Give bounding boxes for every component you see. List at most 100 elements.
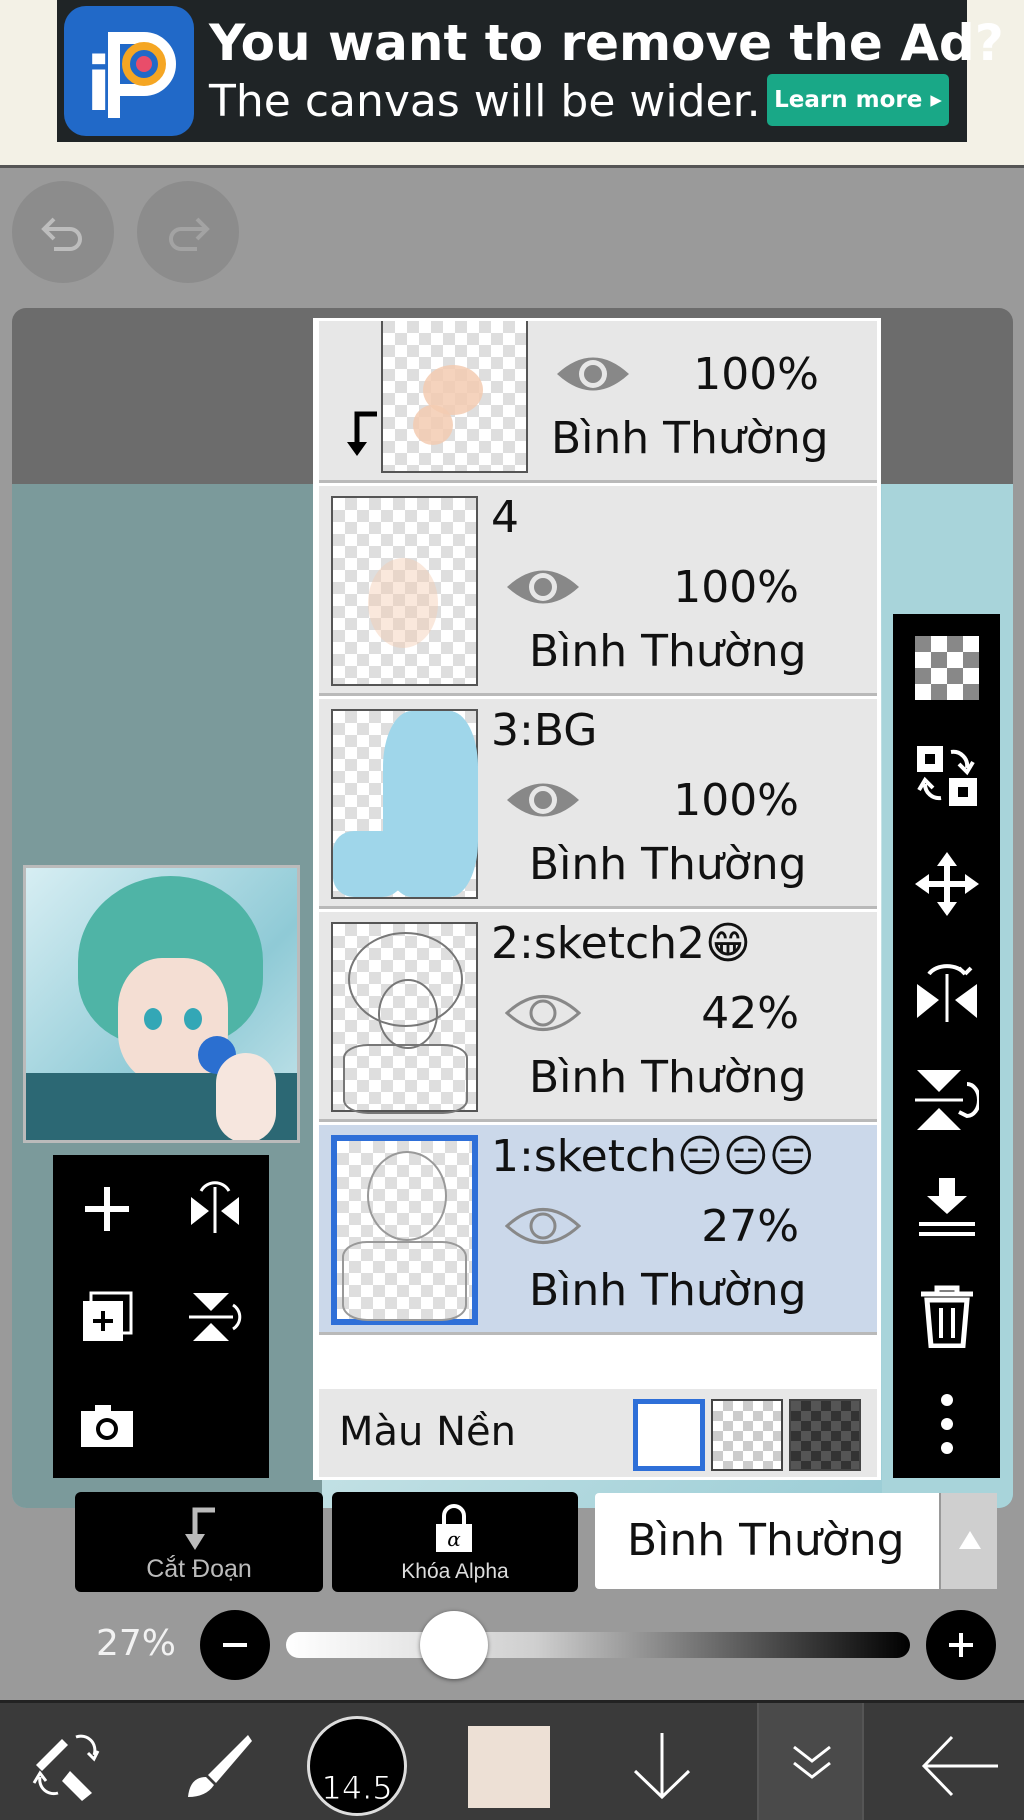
- ad-title: You want to remove the Ad?: [209, 14, 1004, 72]
- eye-icon[interactable]: [555, 351, 631, 397]
- more-options-button[interactable]: [893, 1370, 1000, 1478]
- background-color-label: Màu Nền: [339, 1409, 516, 1455]
- layer-thumbnail: [381, 321, 528, 473]
- flip-vertical-button[interactable]: [161, 1263, 269, 1371]
- opacity-slider[interactable]: [286, 1632, 910, 1658]
- plus-icon: [949, 1633, 973, 1657]
- more-vertical-icon: [941, 1394, 953, 1454]
- layer-thumbnail: [331, 709, 478, 899]
- brush-eraser-toggle-button[interactable]: [0, 1703, 128, 1820]
- layer-row[interactable]: 3:BG 100% Bình Thường: [319, 699, 877, 909]
- clipping-button[interactable]: Cắt Đoạn: [75, 1492, 323, 1592]
- alpha-lock-label: Khóa Alpha: [401, 1560, 509, 1583]
- opacity-value: 27%: [96, 1623, 177, 1664]
- layer-opacity: 100%: [673, 775, 799, 826]
- ibis-paint-logo-icon: i: [64, 6, 194, 136]
- current-color-swatch[interactable]: [468, 1726, 550, 1808]
- duplicate-layer-button[interactable]: [53, 1263, 161, 1371]
- arrow-down-icon: [633, 1733, 691, 1800]
- trash-icon: [921, 1285, 973, 1348]
- layer-opacity: 100%: [673, 562, 799, 613]
- canvas-preview[interactable]: [23, 865, 300, 1143]
- opacity-increase-button[interactable]: [926, 1610, 996, 1680]
- brush-tool-button[interactable]: [150, 1703, 278, 1820]
- flip-horizontal-button[interactable]: [161, 1155, 269, 1263]
- layer-blend-mode: Bình Thường: [529, 1052, 807, 1103]
- brush-eraser-swap-icon: [32, 1734, 100, 1801]
- arrow-left-icon: [921, 1735, 998, 1797]
- undo-button[interactable]: [12, 181, 114, 283]
- layer-name: 2:sketch2😁: [491, 918, 751, 969]
- blend-mode-select[interactable]: Bình Thường: [595, 1493, 997, 1589]
- blend-mode-dropdown-button[interactable]: [939, 1493, 997, 1589]
- flip-vertical-icon: [915, 1070, 979, 1130]
- brush-size-label: 14.5: [321, 1769, 393, 1808]
- layer-blend-mode: Bình Thường: [551, 413, 829, 464]
- alpha-lock-button[interactable]: α Khóa Alpha: [332, 1492, 578, 1592]
- flip-horizontal-button[interactable]: [893, 938, 1000, 1046]
- ad-area: i You want to remove the Ad? The canvas …: [0, 0, 1024, 168]
- add-layer-button[interactable]: [53, 1155, 161, 1263]
- eye-outline-icon[interactable]: [505, 1203, 581, 1249]
- flip-vertical-button[interactable]: [893, 1046, 1000, 1154]
- layer-thumbnail: [331, 496, 478, 686]
- redo-icon: [169, 217, 210, 251]
- layer-row[interactable]: 4 100% Bình Thường: [319, 486, 877, 696]
- svg-text:α: α: [447, 1527, 461, 1551]
- eye-icon[interactable]: [505, 564, 581, 610]
- layer-opacity: 42%: [701, 988, 799, 1039]
- back-button[interactable]: [896, 1703, 1024, 1820]
- layer-panel: 5 100% Bình Thường 4 100% Bình Thường 3:…: [313, 318, 881, 1480]
- background-dark-option[interactable]: [789, 1399, 861, 1471]
- double-chevron-down-icon: [793, 1745, 831, 1779]
- plus-icon: [85, 1187, 129, 1231]
- background-white-option[interactable]: [633, 1399, 705, 1471]
- move-icon: [915, 852, 979, 916]
- eye-outline-icon[interactable]: [505, 990, 581, 1036]
- swap-layer-button[interactable]: [893, 722, 1000, 830]
- checkerboard-icon: [915, 636, 979, 700]
- move-button[interactable]: [893, 830, 1000, 938]
- clipping-arrow-icon: [347, 411, 377, 456]
- merge-down-button[interactable]: [893, 1154, 1000, 1262]
- minus-icon: [223, 1643, 247, 1647]
- camera-icon: [81, 1405, 133, 1447]
- flip-horizontal-icon: [191, 1181, 239, 1233]
- layer-row-selected[interactable]: 1:sketch😑😑😑 27% Bình Thường: [319, 1125, 877, 1335]
- lock-icon: α: [436, 1504, 472, 1552]
- layer-thumbnail: [331, 922, 478, 1114]
- layer-down-button[interactable]: [595, 1703, 723, 1820]
- layer-blend-mode: Bình Thường: [529, 839, 807, 890]
- learn-more-button[interactable]: Learn more ▸: [767, 74, 949, 126]
- ad-subtitle: The canvas will be wider.: [209, 76, 761, 127]
- layer-row[interactable]: 5 100% Bình Thường: [319, 321, 877, 483]
- ad-banner[interactable]: i You want to remove the Ad? The canvas …: [57, 0, 1004, 142]
- bottom-toolbar: 14.5: [0, 1700, 1024, 1820]
- transparent-layer-button[interactable]: [893, 614, 1000, 722]
- layer-thumbnail: [331, 1135, 478, 1325]
- layer-row[interactable]: 2:sketch2😁 42% Bình Thường: [319, 912, 877, 1122]
- eye-icon[interactable]: [505, 777, 581, 823]
- merge-down-icon: [919, 1178, 975, 1236]
- background-color-row: Màu Nền: [319, 1389, 877, 1477]
- layer-name: 4: [491, 492, 519, 543]
- delete-layer-button[interactable]: [893, 1262, 1000, 1370]
- layer-opacity: 100%: [693, 349, 819, 400]
- undo-icon: [41, 217, 82, 251]
- layer-name: 1:sketch😑😑😑: [491, 1131, 815, 1182]
- redo-button[interactable]: [137, 181, 239, 283]
- swap-icon: [917, 746, 977, 806]
- brush-size-indicator[interactable]: 14.5: [307, 1716, 407, 1816]
- opacity-decrease-button[interactable]: [200, 1610, 270, 1680]
- camera-button[interactable]: [53, 1371, 161, 1479]
- flip-vertical-icon: [189, 1293, 242, 1341]
- brush-icon: [188, 1735, 252, 1797]
- background-transparent-option[interactable]: [711, 1399, 783, 1471]
- layer-blend-mode: Bình Thường: [529, 626, 807, 677]
- opacity-slider-thumb[interactable]: [420, 1611, 489, 1679]
- layers-panel-button[interactable]: [757, 1703, 864, 1820]
- blend-mode-value: Bình Thường: [627, 1515, 905, 1566]
- layer-blend-mode: Bình Thường: [529, 1265, 807, 1316]
- duplicate-layer-icon: [83, 1291, 133, 1341]
- layer-name: 5: [541, 321, 569, 330]
